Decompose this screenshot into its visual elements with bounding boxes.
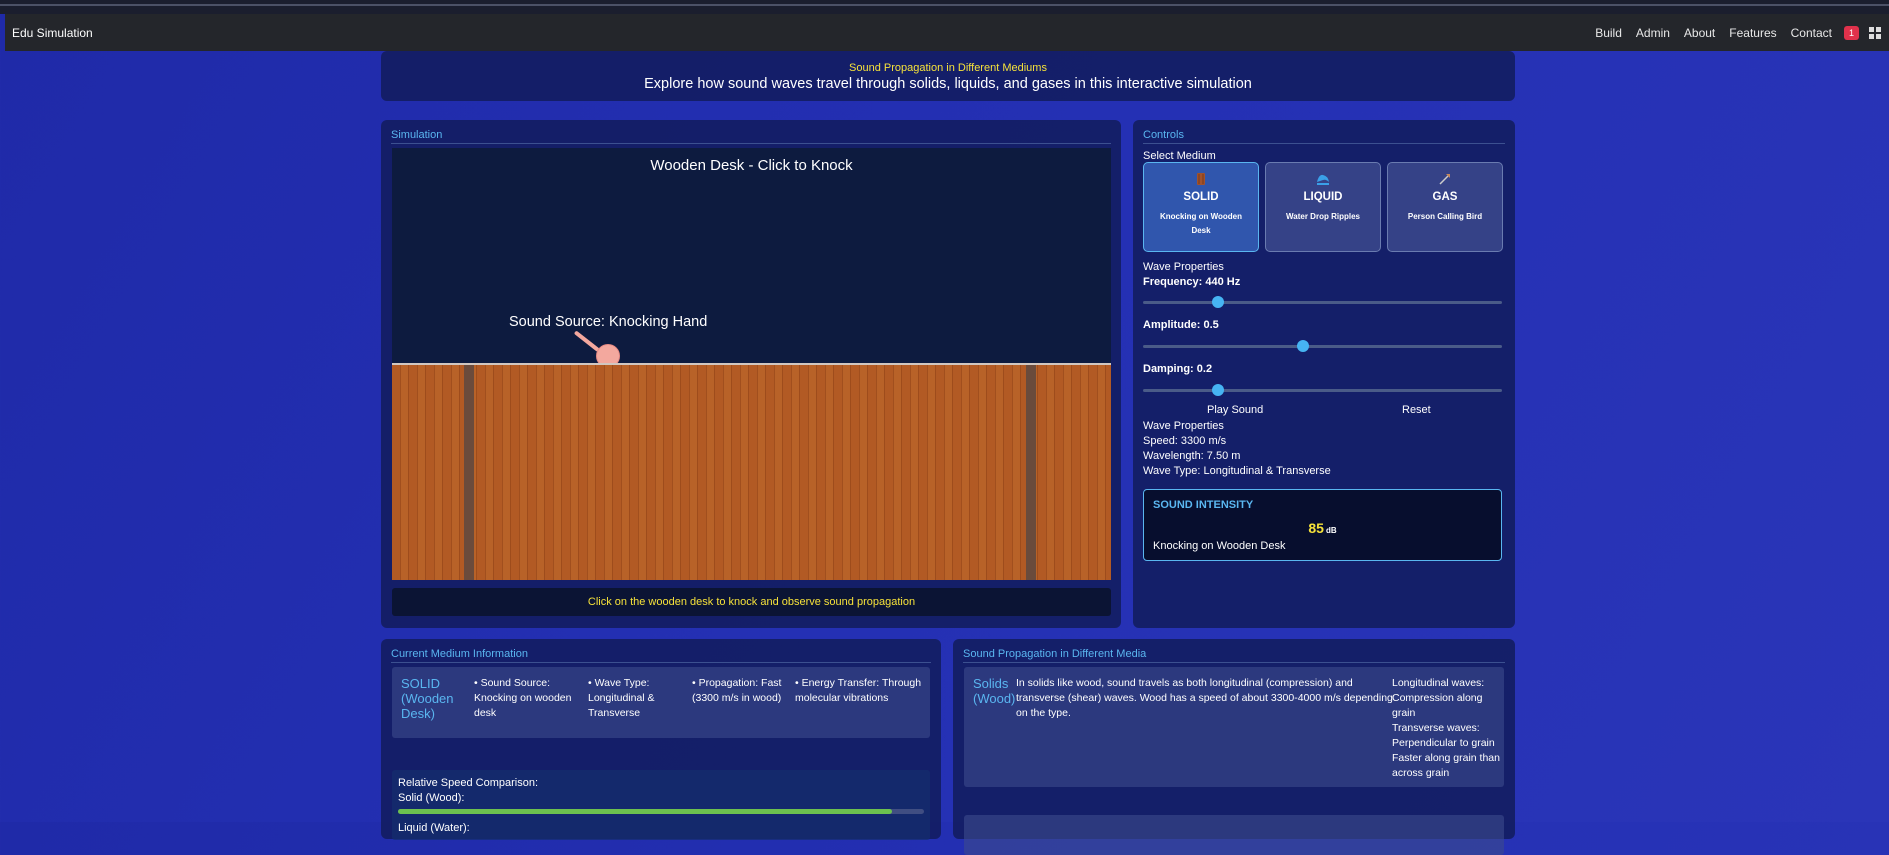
frequency-slider[interactable] (1143, 296, 1502, 308)
nav-build[interactable]: Build (1595, 26, 1622, 40)
select-medium-label: Select Medium (1143, 150, 1216, 162)
sound-source-label: Sound Source: Knocking Hand (509, 314, 708, 330)
divider (963, 662, 1505, 663)
propagation-notes: Longitudinal waves: Compression along gr… (1392, 676, 1500, 781)
nav-contact[interactable]: Contact (1791, 26, 1832, 40)
propagation-panel: Sound Propagation in Different Media Sol… (953, 639, 1515, 855)
apps-grid-icon[interactable] (1869, 26, 1881, 39)
nav-features[interactable]: Features (1729, 26, 1776, 40)
damping-label: Damping: 0.2 (1143, 363, 1213, 375)
nav-admin[interactable]: Admin (1636, 26, 1670, 40)
slider-knob[interactable] (1296, 340, 1309, 352)
medium-gas-button[interactable]: GAS Person Calling Bird (1387, 162, 1503, 252)
note-grain: Faster along grain than across grain (1392, 752, 1500, 779)
medium-name: GAS (1432, 191, 1458, 203)
wave-props-title: Wave Properties (1143, 420, 1224, 432)
liquid-speed-label: Liquid (Water): (398, 822, 470, 834)
wave-properties-label: Wave Properties (1143, 261, 1224, 273)
medium-desc: Knocking on Wooden Desk (1159, 212, 1243, 235)
medium-info-box: SOLID (Wooden Desk) • Sound Source: Knoc… (392, 667, 930, 738)
divider (391, 143, 1111, 144)
propagation-description: In solids like wood, sound travels as bo… (1016, 677, 1393, 719)
medium-name: SOLID (1183, 191, 1219, 203)
fact-propagation: • Propagation: Fast (3300 m/s in wood) (692, 677, 782, 704)
intensity-value-wrap: 85 dB (1144, 520, 1501, 536)
desk-leg-left (464, 365, 474, 580)
bird-icon (1388, 172, 1502, 188)
navbar: Edu Simulation Build Admin About Feature… (5, 14, 1889, 51)
fact-wave-type: • Wave Type: Longitudinal & Transverse (588, 677, 655, 719)
controls-panel: Controls Select Medium SOLID Knocking on… (1133, 120, 1515, 628)
water-wave-icon (1266, 172, 1380, 188)
play-sound-button[interactable]: Play Sound (1207, 404, 1263, 416)
medium-name: Solids (Wood) (973, 676, 1016, 706)
wave-speed: Speed: 3300 m/s (1143, 435, 1227, 447)
slider-knob[interactable] (1212, 384, 1225, 396)
note-longitudinal: Longitudinal waves: Compression along gr… (1392, 677, 1485, 719)
medium-solid-button[interactable]: SOLID Knocking on Wooden Desk (1143, 162, 1259, 252)
sound-intensity-box: SOUND INTENSITY 85 dB Knocking on Wooden … (1143, 489, 1502, 561)
simulation-canvas[interactable]: Wooden Desk - Click to Knock Sound Sourc… (392, 148, 1111, 580)
speed-comparison-title: Relative Speed Comparison: (398, 777, 539, 789)
knocking-arm (573, 330, 600, 353)
medium-info-title: Current Medium Information (391, 648, 528, 660)
damping-slider[interactable] (1143, 384, 1502, 396)
note-transverse: Transverse waves: Perpendicular to grain (1392, 722, 1495, 749)
desk-leg-right (1026, 365, 1036, 580)
medium-info-panel: Current Medium Information SOLID (Wooden… (381, 639, 941, 840)
reset-button[interactable]: Reset (1402, 404, 1431, 416)
amplitude-label: Amplitude: 0.5 (1143, 319, 1219, 331)
medium-desc: Person Calling Bird (1407, 212, 1483, 221)
notification-badge[interactable]: 1 (1843, 25, 1859, 40)
nav-about[interactable]: About (1684, 26, 1715, 40)
intensity-value: 85 (1308, 520, 1324, 536)
slider-knob[interactable] (1212, 296, 1225, 308)
simulation-panel-title: Simulation (391, 129, 443, 141)
divider (1143, 143, 1505, 144)
intensity-title: SOUND INTENSITY (1153, 499, 1254, 511)
simulation-panel: Simulation Wooden Desk - Click to Knock … (381, 120, 1121, 628)
brand-link[interactable]: Edu Simulation (12, 26, 93, 40)
header-panel: Sound Propagation in Different Mediums E… (381, 51, 1515, 101)
wood-icon (1144, 172, 1258, 188)
medium-name: SOLID (Wooden Desk) (401, 676, 454, 721)
amplitude-slider[interactable] (1143, 340, 1502, 352)
divider (391, 662, 931, 663)
controls-panel-title: Controls (1143, 129, 1184, 141)
wave-length: Wavelength: 7.50 m (1143, 450, 1241, 462)
propagation-box-next (964, 815, 1504, 855)
solid-speed-bar (398, 809, 924, 814)
propagation-panel-title: Sound Propagation in Different Media (963, 648, 1147, 660)
browser-top-strip (0, 0, 1889, 14)
solid-speed-fill (398, 809, 893, 814)
nav-links: Build Admin About Features Contact 1 (1581, 14, 1889, 51)
fact-energy-transfer: • Energy Transfer: Through molecular vib… (795, 677, 922, 704)
simulation-caption: Click on the wooden desk to knock and ob… (392, 588, 1111, 616)
wave-type: Wave Type: Longitudinal & Transverse (1143, 465, 1331, 477)
intensity-source: Knocking on Wooden Desk (1153, 540, 1286, 552)
solid-speed-label: Solid (Wood): (398, 792, 465, 804)
intensity-unit: dB (1325, 526, 1337, 535)
canvas-title: Wooden Desk - Click to Knock (650, 157, 853, 174)
speed-comparison: Relative Speed Comparison: Solid (Wood):… (392, 770, 930, 840)
page-title: Explore how sound waves travel through s… (644, 76, 1252, 92)
medium-liquid-button[interactable]: LIQUID Water Drop Ripples (1265, 162, 1381, 252)
wooden-desk[interactable] (392, 363, 1111, 580)
propagation-box: Solids (Wood) In solids like wood, sound… (964, 667, 1504, 787)
fact-sound-source: • Sound Source: Knocking on wooden desk (474, 677, 572, 719)
page-subtitle: Sound Propagation in Different Mediums (849, 62, 1047, 74)
medium-desc: Water Drop Ripples (1286, 212, 1360, 221)
medium-name: LIQUID (1303, 191, 1343, 203)
frequency-label: Frequency: 440 Hz (1143, 276, 1241, 288)
